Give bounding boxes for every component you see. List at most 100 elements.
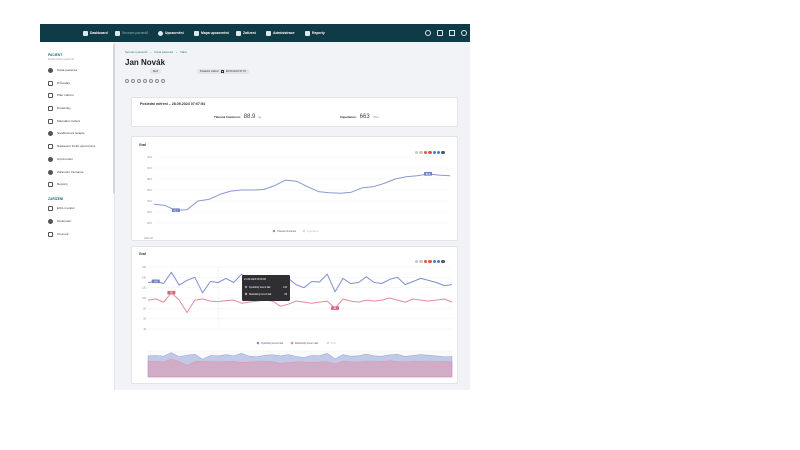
building-icon (266, 30, 271, 36)
weight-line-chart[interactable]: 80.0 82.0 84.0 86.0 88.0 90.0 92.0 82.3 88.9 Těle… (132, 137, 459, 242)
sidebar-item-label: Reporty (57, 182, 68, 186)
weight-unit: kg (258, 115, 262, 119)
y-tick-label: 40 (143, 328, 146, 331)
scale-icon[interactable] (131, 79, 135, 83)
phone-icon[interactable] (437, 30, 443, 36)
sidebar-item-label: Zdravotní zázname (57, 170, 84, 174)
settings-icon[interactable] (425, 30, 431, 36)
sidebar-item-alert-limits[interactable]: Nastavení limitů upozornění (48, 142, 95, 150)
gear-icon (48, 130, 53, 136)
y-tick-label: 90.0 (147, 167, 152, 170)
report-icon (305, 30, 310, 36)
sidebar-item-ekg[interactable]: EKG monitor (48, 204, 75, 212)
sidebar-item-reports[interactable]: Reporty (48, 180, 68, 188)
nav-label: Administrace (273, 31, 295, 35)
nav-alert-map[interactable]: Mapa upozornění (194, 24, 229, 42)
blood-pressure-line-chart[interactable]: 40 60 80 100 120 140 160 21.09.2024 08:30:00 Sys… (132, 247, 459, 385)
lung-icon[interactable] (143, 79, 147, 83)
sidebar-item-label: Glukometr (57, 219, 72, 223)
calendar-icon (48, 92, 53, 98)
patient-icons-row (125, 79, 165, 83)
health-record-icon (48, 169, 53, 175)
nav-dashboard[interactable]: Dashboard (83, 24, 108, 42)
sidebar-item-questionnaires[interactable]: Dotazníky (48, 104, 71, 112)
sidebar-item-label: Upozornění (57, 157, 73, 161)
weight-kpi: Tělesná hmotnost: 88.9 kg (214, 114, 261, 120)
sidebar-section-devices: ZAŘÍZENÍ (48, 197, 64, 201)
weight-chart-card: Graf 80.0 82.0 84.0 86.0 88.0 90.0 92.0 82.3 88.… (131, 136, 458, 241)
sidebar-item-label: Oxymetr (57, 232, 69, 236)
y-tick-label: 80.0 (147, 222, 152, 225)
sidebar-item-alerts[interactable]: Upozornění (48, 155, 73, 163)
tooltip-marker (244, 292, 248, 296)
sidebar-item-patient-card[interactable]: Karta pacienta (48, 66, 77, 74)
legend-marker (326, 341, 330, 345)
fullscreen-icon[interactable] (449, 30, 455, 36)
sidebar-item-therapies[interactable]: Sandboxové terapie (48, 129, 85, 137)
legend-marker (290, 341, 294, 345)
last-measurement-value: 28.09.2024 07:07 (225, 70, 247, 73)
y-tick-label: 120 (142, 287, 147, 290)
nav-label: Dashboard (90, 31, 108, 35)
impedance-kpi: Impedance: 663 Ohm (340, 114, 379, 120)
glucose-icon[interactable] (155, 79, 159, 83)
sidebar: PACIENT Detail měření pacienta Karta pac… (40, 42, 115, 390)
sidebar-item-label: Sandboxové terapie (57, 131, 85, 135)
sidebar-item-glucometer[interactable]: Glukometr (48, 217, 71, 225)
last-measurement-badge: Poslední měření 28.09.2024 07:07 (197, 69, 250, 74)
nav-label: Seznam pacientů (122, 31, 149, 35)
legend-marker (272, 229, 276, 233)
drop-icon (48, 218, 53, 224)
user-icon (48, 67, 53, 73)
y-tick-label: 160 (142, 266, 147, 269)
sex-badge: Muž (150, 69, 161, 74)
drop-icon[interactable] (137, 79, 141, 83)
breadcrumb-item[interactable]: Seznam pacientů (125, 50, 147, 54)
legend-marker (256, 341, 260, 345)
breadcrumb: Seznam pacientů › Karta pacienta › Váha (125, 50, 187, 54)
nav-administration[interactable]: Administrace (266, 24, 294, 42)
y-tick-label: 82.0 (147, 211, 152, 214)
nav-reports[interactable]: Reporty (305, 24, 325, 42)
sidebar-item-label: Nastavení limitů upozornění (57, 144, 96, 148)
series-line (153, 173, 451, 211)
navigator-diastolic-area (147, 358, 453, 378)
page-title: Jan Novák (125, 58, 166, 67)
account-icon[interactable] (461, 30, 467, 36)
weight-value: 88.9 (243, 114, 256, 120)
chevron-right-icon: › (150, 50, 152, 54)
sidebar-item-health-record[interactable]: Zdravotní zázname (48, 168, 83, 176)
device-icon (236, 30, 241, 36)
bell-icon (48, 156, 53, 162)
y-tick-label: 140 (142, 276, 147, 279)
y-tick-label: 88.0 (147, 178, 152, 181)
legend-label: Systolický krevní tlak (261, 342, 284, 345)
nav-devices[interactable]: Zařízení (236, 24, 256, 42)
impedance-unit: Ohm (372, 115, 379, 119)
breadcrumb-item[interactable]: Karta pacienta (154, 50, 173, 54)
nav-label: Upozornění (165, 31, 184, 35)
breadcrumb-item: Váha (179, 50, 187, 54)
sidebar-item-measurement-plan[interactable]: Plán měření (48, 91, 74, 99)
y-tick-label: 60 (143, 318, 146, 321)
sidebar-item-label: EKG monitor (57, 206, 75, 210)
nav-label: Zařízení (243, 31, 256, 35)
sidebar-item-manual-measurement[interactable]: Manuální měření (48, 117, 80, 125)
nav-alerts[interactable]: Upozornění (158, 24, 184, 42)
chevron-right-icon: › (175, 50, 177, 54)
report-icon (48, 181, 53, 187)
nav-label: Mapa upozornění (201, 31, 229, 35)
heart-icon[interactable] (125, 79, 129, 83)
x-tick-label: 2024-08 (144, 237, 153, 240)
sidebar-scrollbar[interactable] (113, 44, 115, 194)
tooltip-label: Diastolický krevní tlak: (249, 293, 272, 296)
nav-patient-list[interactable]: Seznam pacientů (115, 24, 148, 42)
document-icon (48, 80, 53, 86)
app-window: Dashboard Seznam pacientů Upozornění Map… (40, 24, 470, 390)
impedance-label: Impedance: (340, 115, 357, 119)
thermometer-icon[interactable] (149, 79, 153, 83)
sidebar-item-oximeter[interactable]: Oxymetr (48, 230, 69, 238)
y-tick-label: 100 (142, 297, 147, 300)
ekg-icon[interactable] (161, 79, 165, 83)
sidebar-item-documents[interactable]: Průvodky (48, 79, 70, 87)
